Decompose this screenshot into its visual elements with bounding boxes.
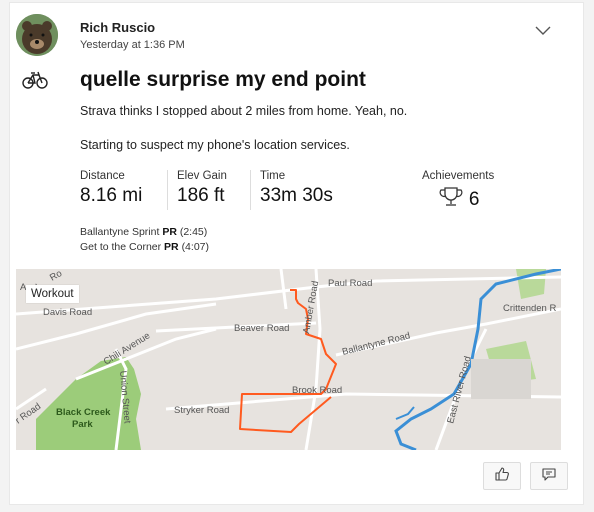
workout-map-badge: Workout: [26, 285, 79, 303]
personal-records-list: Ballantyne Sprint PR (2:45) Get to the C…: [80, 225, 209, 255]
author-name[interactable]: Rich Ruscio: [80, 20, 155, 35]
stat-value: 186 ft: [177, 185, 225, 206]
stat-distance: Distance 8.16 mi: [80, 170, 142, 207]
stat-value: 33m 30s: [260, 185, 333, 206]
post-timestamp: Yesterday at 1:36 PM: [80, 39, 185, 51]
stat-label: Distance: [80, 170, 125, 182]
stat-value: 8.16 mi: [80, 185, 143, 206]
stat-label: Achievements: [422, 170, 495, 182]
map-label: Black Creek: [56, 407, 111, 418]
pr-item[interactable]: Ballantyne Sprint PR (2:45): [80, 225, 209, 240]
stat-achievements[interactable]: Achievements 6: [422, 170, 494, 213]
pr-badge: PR: [162, 226, 177, 238]
bicycle-icon: [22, 70, 48, 90]
map-label: Stryker Road: [174, 405, 229, 416]
thumbs-up-icon: [494, 466, 510, 487]
activity-description-line: Strava thinks I stopped about 2 miles fr…: [80, 104, 408, 118]
comment-button[interactable]: [530, 462, 568, 490]
stat-value: 6: [468, 188, 480, 210]
stat-label: Time: [260, 170, 286, 182]
pr-item[interactable]: Get to the Corner PR (4:07): [80, 240, 209, 255]
activity-description-line: Starting to suspect my phone's location …: [80, 138, 350, 152]
map-label: Park: [72, 419, 93, 430]
stat-label: Elev Gain: [177, 170, 227, 182]
trophy-icon: [439, 186, 463, 213]
route-map[interactable]: Davis Road Paul Road Crittenden R Beaver…: [16, 269, 561, 450]
stat-elev-gain: Elev Gain 186 ft: [167, 170, 227, 210]
chevron-down-icon[interactable]: [533, 22, 553, 38]
pr-segment-name: Get to the Corner: [80, 241, 162, 253]
activity-title: quelle surprise my end point: [80, 68, 366, 91]
pr-time: (4:07): [181, 241, 209, 253]
pr-badge: PR: [164, 241, 179, 253]
like-button[interactable]: [483, 462, 521, 490]
map-label: Paul Road: [328, 278, 372, 289]
comment-icon: [541, 466, 557, 487]
bear-avatar-image: [16, 14, 58, 56]
pr-time: (2:45): [179, 226, 208, 238]
avatar[interactable]: [16, 14, 58, 56]
map-label: Davis Road: [43, 307, 92, 318]
map-label: Crittenden R: [503, 303, 556, 314]
map-label: Brook Road: [292, 385, 342, 396]
stat-time: Time 33m 30s: [250, 170, 333, 210]
pr-segment-name: Ballantyne Sprint: [80, 226, 160, 238]
map-label: Beaver Road: [234, 323, 289, 334]
